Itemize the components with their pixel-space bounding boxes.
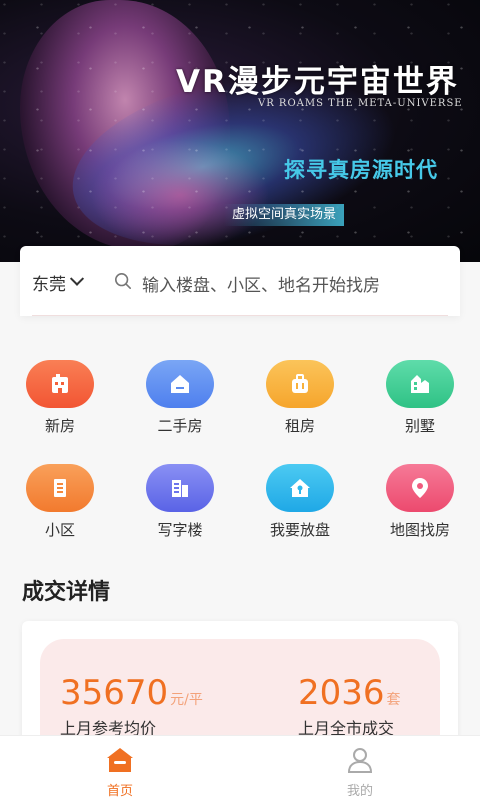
divider [32,315,448,316]
bottom-nav: 首页 我的 [0,735,480,800]
suitcase-icon [292,374,308,393]
nav-home-label: 首页 [106,784,133,799]
key-house-icon [290,479,310,497]
city-label: 东莞 [32,275,66,295]
section-title: 成交详情 [22,580,111,605]
category-label: 我要放盘 [269,521,330,539]
category-rent[interactable]: 租房 [240,360,360,450]
house-icon [171,375,189,393]
user-icon [347,748,373,773]
search-card: 东莞 输入楼盘、小区、地名开始找房 [20,246,460,316]
chevron-down-icon [69,271,85,286]
search-input[interactable]: 输入楼盘、小区、地名开始找房 [142,271,380,296]
building-icon [52,374,68,393]
category-label: 写字楼 [157,521,203,539]
home-icon [107,748,133,772]
banner-slogan: 探寻真房源时代 [284,158,438,182]
apartment-icon [54,479,66,497]
category-icon-bg [26,464,94,512]
deal-count-unit: 套 [386,692,401,708]
city-selector[interactable]: 东莞 [32,270,85,295]
category-icon-bg [26,360,94,408]
category-icon-bg [386,464,454,512]
avg-price-unit: 元/平 [170,692,203,708]
banner-title: VR漫步元宇宙世界 [176,64,459,100]
deal-count-value: 2036 [298,673,385,713]
category-icon-bg [386,360,454,408]
category-label: 别墅 [404,417,435,435]
office-icon [172,480,188,497]
category-community[interactable]: 小区 [0,464,120,554]
category-icon-bg [146,464,214,512]
category-label: 地图找房 [389,521,450,539]
banner-tag: 虚拟空间真实场景 [224,204,345,226]
category-label: 租房 [284,417,315,435]
search-icon [114,272,132,290]
avg-price-value: 35670 [60,673,169,713]
category-office[interactable]: 写字楼 [120,464,240,554]
nav-mine-label: 我的 [346,784,373,799]
category-second-hand[interactable]: 二手房 [120,360,240,450]
deal-count-stat: 2036 套 上月全市成交 [298,673,401,739]
avg-price-stat: 35670 元/平 上月参考均价 [60,673,203,739]
category-villa[interactable]: 别墅 [360,360,480,450]
category-icon-bg [266,360,334,408]
banner-subtitle: VR ROAMS THE META-UNIVERSE [258,98,463,109]
category-icon-bg [266,464,334,512]
category-label: 小区 [44,521,75,539]
category-new-house[interactable]: 新房 [0,360,120,450]
category-icon-bg [146,360,214,408]
deal-stats-card[interactable]: 35670 元/平 上月参考均价 2036 套 上月全市成交 [22,621,458,751]
category-map-search[interactable]: 地图找房 [360,464,480,554]
map-pin-icon [412,478,428,498]
villa-icon [411,375,429,393]
nav-home[interactable]: 首页 [60,746,180,799]
vr-banner[interactable]: VR漫步元宇宙世界 VR ROAMS THE META-UNIVERSE 探寻真… [0,0,480,262]
category-label: 新房 [44,417,75,435]
category-list-property[interactable]: 我要放盘 [240,464,360,554]
category-label: 二手房 [157,417,203,435]
nav-mine[interactable]: 我的 [300,746,420,799]
